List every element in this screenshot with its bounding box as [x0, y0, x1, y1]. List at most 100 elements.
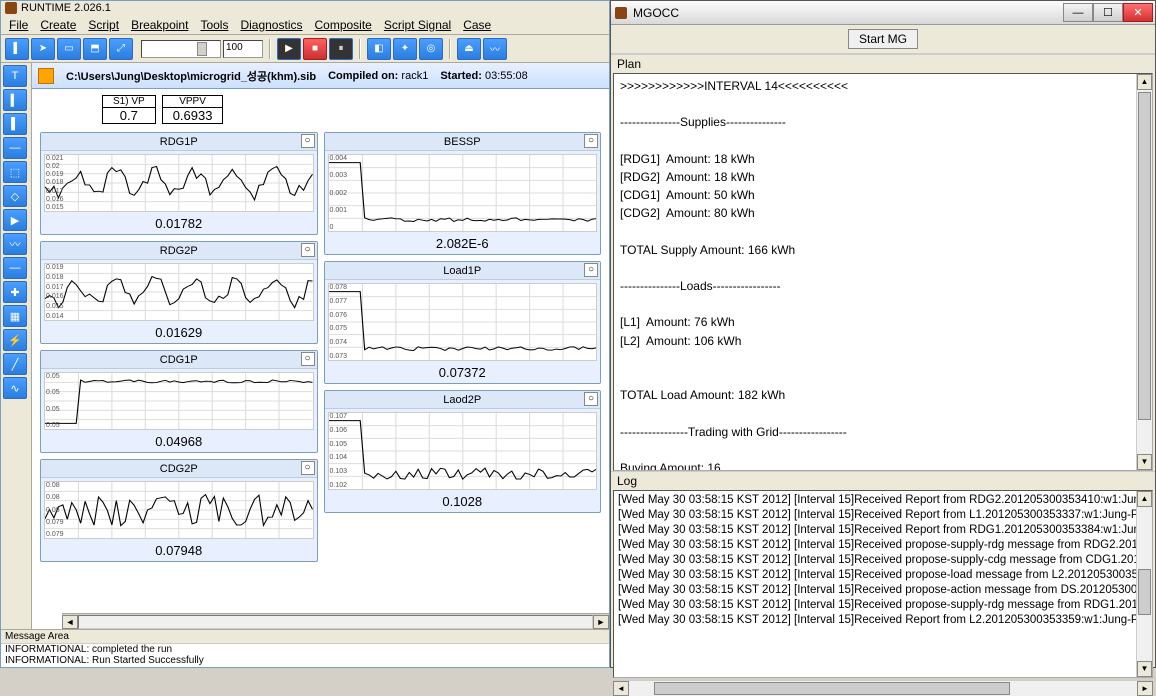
toolbar-btn-5[interactable]: ⤢: [109, 38, 133, 60]
tool-m[interactable]: ∿: [3, 377, 27, 399]
scroll-track[interactable]: [78, 615, 593, 629]
log-line: [Wed May 30 03:58:15 KST 2012] [Interval…: [618, 523, 1148, 538]
menu-create[interactable]: Create: [40, 18, 76, 32]
chart-plot[interactable]: 0.0210.020.0190.0180.0170.0160.015: [44, 154, 314, 212]
value-box-value: 0.6933: [163, 108, 223, 123]
pause-button[interactable]: ⏸: [329, 38, 353, 60]
toolbar-btn-1[interactable]: ▌: [5, 38, 29, 60]
toolbar-btn-4[interactable]: ⬒: [83, 38, 107, 60]
menu-script-signal[interactable]: Script Signal: [384, 18, 451, 32]
toolbar-btn-a[interactable]: ◧: [367, 38, 391, 60]
canvas-header: C:\Users\Jung\Desktop\microgrid_성공(khm).…: [32, 63, 609, 89]
toolbar-btn-2[interactable]: ➤: [31, 38, 55, 60]
log-line: [Wed May 30 03:58:15 KST 2012] [Interval…: [618, 598, 1148, 613]
value-box-vppv: VPPV 0.6933: [162, 95, 224, 124]
scroll-up-icon[interactable]: ▲: [1137, 74, 1152, 90]
close-button[interactable]: ✕: [1123, 3, 1153, 22]
toolbar-btn-e[interactable]: 〰: [483, 38, 507, 60]
menu-case[interactable]: Case: [463, 18, 491, 32]
tool-i[interactable]: ✚: [3, 281, 27, 303]
scroll-down-icon[interactable]: ▼: [1137, 454, 1152, 470]
toolbar-btn-c[interactable]: ◎: [419, 38, 443, 60]
scroll-left-icon[interactable]: ◄: [62, 615, 78, 629]
plan-line: Buying Amount: 16: [620, 460, 1146, 471]
tool-g[interactable]: 〰: [3, 233, 27, 255]
chart-options-button[interactable]: ○: [584, 392, 598, 406]
scroll-thumb[interactable]: [1138, 92, 1151, 420]
chart-options-button[interactable]: ○: [584, 134, 598, 148]
maximize-button[interactable]: ☐: [1093, 3, 1123, 22]
tool-c[interactable]: —: [3, 137, 27, 159]
stop-button[interactable]: ■: [303, 38, 327, 60]
menu-diagnostics[interactable]: Diagnostics: [240, 18, 302, 32]
window-controls: — ☐ ✕: [1063, 3, 1153, 22]
toolbar-btn-3[interactable]: ▭: [57, 38, 81, 60]
chart-options-button[interactable]: ○: [301, 134, 315, 148]
tool-b[interactable]: ▌: [3, 113, 27, 135]
horizontal-scrollbar[interactable]: ◄ ►: [613, 680, 1153, 696]
y-axis-ticks: 0.0190.0180.0170.0160.0150.014: [46, 264, 64, 320]
chart-plot[interactable]: 0.0040.0030.0020.0010: [328, 154, 598, 232]
tool-j[interactable]: ▦: [3, 305, 27, 327]
vertical-scrollbar[interactable]: ▲ ▼: [1136, 491, 1152, 677]
menu-breakpoint[interactable]: Breakpoint: [131, 18, 188, 32]
chart-current-value: 0.04968: [41, 433, 317, 452]
menu-file[interactable]: File: [9, 18, 28, 32]
filepath: C:\Users\Jung\Desktop\microgrid_성공(khm).…: [66, 68, 316, 84]
tool-d[interactable]: ⬚: [3, 161, 27, 183]
y-axis-ticks: 0.050.050.050.05: [46, 373, 60, 429]
scroll-right-icon[interactable]: ►: [593, 615, 609, 629]
tool-f[interactable]: ▶: [3, 209, 27, 231]
chart-plot[interactable]: 0.050.050.050.05: [44, 372, 314, 430]
plan-textarea[interactable]: >>>>>>>>>>>>INTERVAL 14<<<<<<<<<< ------…: [613, 73, 1153, 471]
toolbar-btn-b[interactable]: ✦: [393, 38, 417, 60]
top-value-boxes: S1) VP 0.7 VPPV 0.6933: [102, 95, 609, 124]
y-axis-ticks: 0.1070.1060.1050.1040.1030.102: [330, 413, 348, 489]
vertical-scrollbar[interactable]: ▲ ▼: [1136, 74, 1152, 470]
chart-options-button[interactable]: ○: [301, 352, 315, 366]
scroll-up-icon[interactable]: ▲: [1137, 491, 1152, 507]
start-mg-button[interactable]: Start MG: [848, 29, 918, 49]
log-line: [Wed May 30 03:58:15 KST 2012] [Interval…: [618, 538, 1148, 553]
chart-plot[interactable]: 0.080.080.080.0790.079: [44, 481, 314, 539]
chart-options-button[interactable]: ○: [301, 461, 315, 475]
plan-line: TOTAL Load Amount: 182 kWh: [620, 387, 1146, 403]
tool-e[interactable]: ◇: [3, 185, 27, 207]
scroll-left-icon[interactable]: ◄: [613, 681, 629, 696]
horizontal-scrollbar[interactable]: ◄ ►: [62, 613, 609, 629]
scroll-right-icon[interactable]: ►: [1137, 681, 1153, 696]
scroll-thumb[interactable]: [654, 682, 1010, 695]
chart-options-button[interactable]: ○: [301, 243, 315, 257]
tool-k[interactable]: ⚡: [3, 329, 27, 351]
plan-line: [620, 351, 1146, 367]
tool-text[interactable]: T: [3, 65, 27, 87]
menu-composite[interactable]: Composite: [314, 18, 371, 32]
chart-options-button[interactable]: ○: [584, 263, 598, 277]
chart-plot[interactable]: 0.0780.0770.0760.0750.0740.073: [328, 283, 598, 361]
log-line: [Wed May 30 03:58:15 KST 2012] [Interval…: [618, 553, 1148, 568]
log-textarea[interactable]: [Wed May 30 03:58:15 KST 2012] [Interval…: [613, 490, 1153, 678]
value-box-s1vp: S1) VP 0.7: [102, 95, 156, 124]
tool-a[interactable]: ▍: [3, 89, 27, 111]
menu-tools[interactable]: Tools: [200, 18, 228, 32]
tool-h[interactable]: —: [3, 257, 27, 279]
toolbar-btn-d[interactable]: ⏏: [457, 38, 481, 60]
log-line: [Wed May 30 03:58:15 KST 2012] [Interval…: [618, 568, 1148, 583]
chart-title-row: BESSP ○: [325, 133, 601, 151]
scroll-down-icon[interactable]: ▼: [1137, 661, 1152, 677]
chart-panel-rdg2p: RDG2P ○ 0.0190.0180.0170.0160.0150.014 0…: [40, 241, 318, 344]
mgocc-window: MGOCC — ☐ ✕ Start MG Plan >>>>>>>>>>>>IN…: [610, 0, 1156, 668]
play-button[interactable]: ▶: [277, 38, 301, 60]
chart-grid: RDG1P ○ 0.0210.020.0190.0180.0170.0160.0…: [32, 132, 609, 562]
speed-slider[interactable]: 100: [141, 40, 263, 58]
java-icon: [615, 7, 627, 19]
menu-script[interactable]: Script: [88, 18, 119, 32]
scroll-thumb[interactable]: [1138, 569, 1151, 615]
chart-plot[interactable]: 0.0190.0180.0170.0160.0150.014: [44, 263, 314, 321]
chart-plot[interactable]: 0.1070.1060.1050.1040.1030.102: [328, 412, 598, 490]
slider-thumb[interactable]: [197, 42, 207, 56]
tool-l[interactable]: ╱: [3, 353, 27, 375]
chart-panel-cdg1p: CDG1P ○ 0.050.050.050.05 0.04968: [40, 350, 318, 453]
minimize-button[interactable]: —: [1063, 3, 1093, 22]
message-area-header: Message Area: [1, 630, 609, 644]
